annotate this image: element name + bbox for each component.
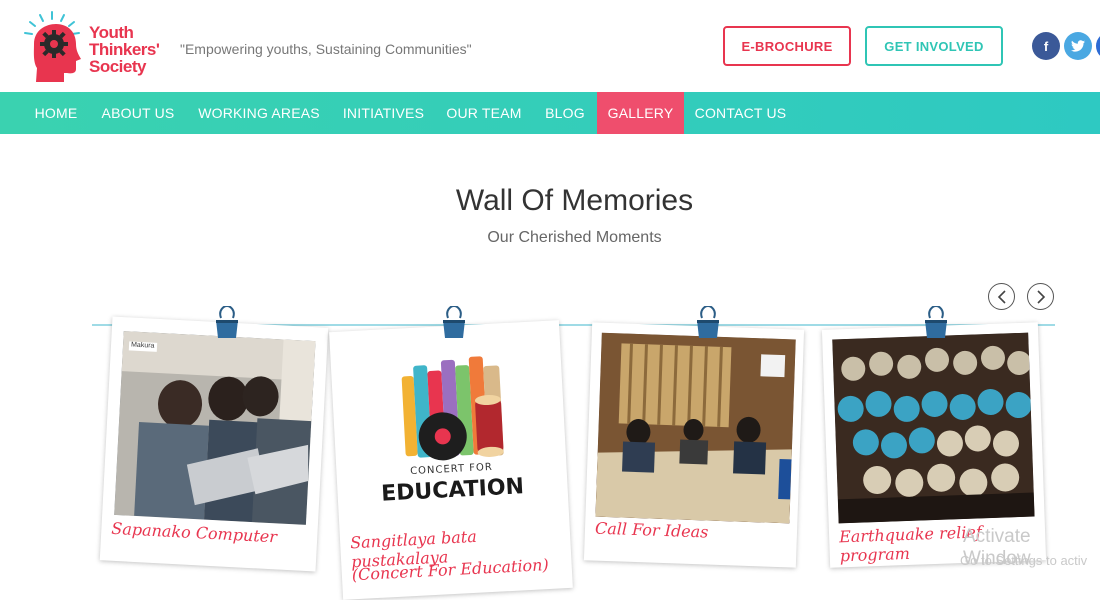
e-brochure-button[interactable]: E-BROCHURE [723,26,851,66]
photo-concert-for-education: CONCERT FOR EDUCATION [341,334,558,528]
photo-earthquake-relief [832,332,1035,524]
site-header: Youth Thinkers' Society "Empowering yout… [0,0,1100,92]
nav-about-us[interactable]: ABOUT US [90,92,186,134]
relief-supplies-photo [832,332,1035,524]
photo-sapanako-computer: Makura [114,331,316,525]
site-logo[interactable]: Youth Thinkers' Society [22,10,172,86]
facebook-icon[interactable]: f [1032,32,1060,60]
students-laptop-photo [114,331,316,525]
get-involved-button[interactable]: GET INVOLVED [865,26,1003,66]
nav-initiatives[interactable]: INITIATIVES [332,92,435,134]
chevron-right-icon [1036,289,1045,304]
twitter-bird-icon [1071,40,1085,52]
main-navigation: HOME ABOUT US WORKING AREAS INITIATIVES … [0,92,1100,134]
binder-clip-icon [443,306,465,338]
carousel-next-button[interactable] [1027,283,1054,310]
binder-clip-icon [697,306,719,338]
nav-home[interactable]: HOME [22,92,90,134]
logo-wordmark: Youth Thinkers' Society [89,23,160,76]
carousel-prev-button[interactable] [988,283,1015,310]
nav-blog[interactable]: BLOG [533,92,597,134]
gallery-photo-card[interactable]: Call For Ideas [583,322,805,568]
site-tagline: "Empowering youths, Sustaining Communiti… [180,41,472,57]
gallery-photo-card[interactable]: Makura Sapanako Computer [99,316,329,572]
logo-line: Society [89,57,146,76]
meeting-room-photo [595,332,796,524]
nav-gallery[interactable]: GALLERY [597,92,684,134]
binder-clip-icon [925,306,947,338]
binder-clip-icon [216,306,238,338]
logo-line: Youth [89,23,134,42]
nav-contact-us[interactable]: CONTACT US [684,92,797,134]
google-plus-icon[interactable]: g [1096,32,1100,60]
gallery-subtitle: Our Cherished Moments [487,229,662,246]
gallery-title: Wall Of Memories [455,184,694,217]
twitter-icon[interactable] [1064,32,1092,60]
logo-head-icon [24,11,81,82]
photo-badge: Makura [130,341,155,350]
photo-call-for-ideas [595,332,796,524]
logo-line: Thinkers' [89,40,160,59]
activate-windows-hint: Go to Settings to activ [960,553,1088,568]
gallery-photo-card[interactable]: CONCERT FOR EDUCATION Sangitlaya bata pu… [329,320,573,600]
nav-our-team[interactable]: OUR TEAM [435,92,533,134]
chevron-left-icon [997,289,1006,304]
nav-working-areas[interactable]: WORKING AREAS [186,92,332,134]
